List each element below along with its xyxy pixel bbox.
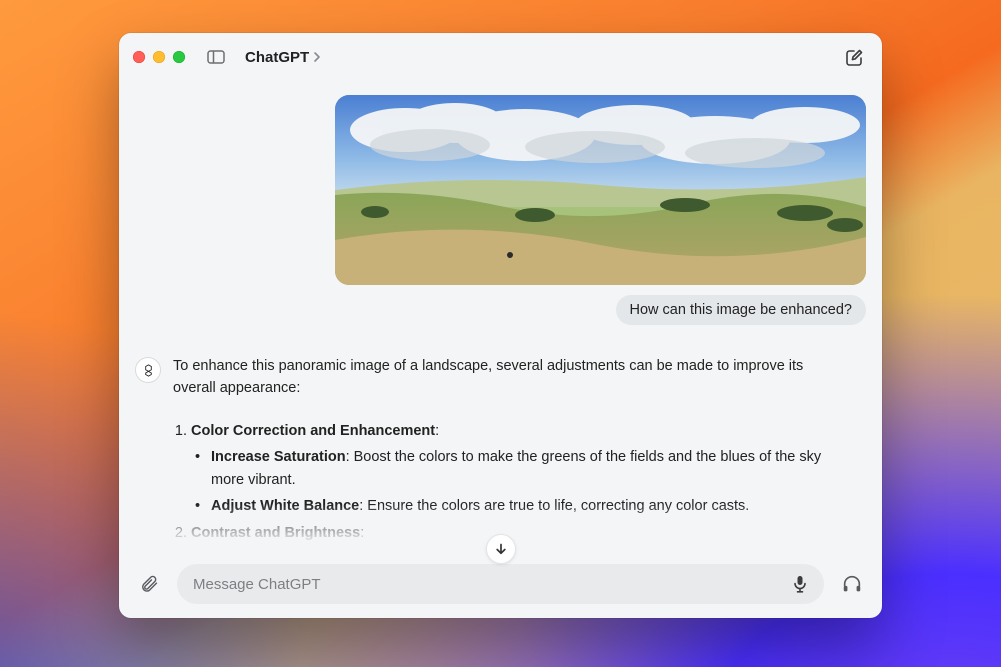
attach-button[interactable] bbox=[133, 568, 165, 600]
close-window-button[interactable] bbox=[133, 51, 145, 63]
list-sub-text: : Ensure the colors are true to life, co… bbox=[359, 498, 749, 514]
list-sub-bold: Increase Contrast bbox=[211, 551, 334, 554]
landscape-photo-icon bbox=[335, 95, 866, 285]
minimize-window-button[interactable] bbox=[153, 51, 165, 63]
assistant-avatar bbox=[135, 357, 161, 383]
list-item: Increase Contrast: To add depth to the i… bbox=[209, 548, 829, 554]
message-input-wrap bbox=[177, 564, 824, 604]
user-image-attachment[interactable] bbox=[335, 95, 866, 285]
arrow-down-icon bbox=[494, 542, 508, 556]
list-item: Increase Saturation: Boost the colors to… bbox=[209, 446, 829, 491]
list-sub-bold: Increase Saturation bbox=[211, 449, 346, 465]
chatgpt-window: ChatGPT bbox=[119, 33, 882, 618]
list-item-title: Contrast and Brightness bbox=[191, 525, 360, 541]
window-title[interactable]: ChatGPT bbox=[245, 49, 309, 66]
assistant-message-block: To enhance this panoramic image of a lan… bbox=[135, 355, 866, 554]
list-item: Color Correction and Enhancement: Increa… bbox=[191, 420, 829, 518]
window-titlebar: ChatGPT bbox=[119, 33, 882, 81]
user-message-bubble: How can this image be enhanced? bbox=[616, 295, 866, 325]
list-item-title: Color Correction and Enhancement bbox=[191, 423, 435, 439]
new-chat-button[interactable] bbox=[840, 43, 868, 71]
microphone-button[interactable] bbox=[786, 570, 814, 598]
list-sub-bold: Adjust White Balance bbox=[211, 498, 359, 514]
list-item: Adjust White Balance: Ensure the colors … bbox=[209, 495, 829, 517]
assistant-message-body: To enhance this panoramic image of a lan… bbox=[173, 355, 833, 554]
chevron-right-icon bbox=[313, 51, 321, 63]
openai-logo-icon bbox=[141, 363, 156, 378]
headphones-icon bbox=[841, 573, 863, 595]
sidebar-icon bbox=[207, 50, 225, 64]
fullscreen-window-button[interactable] bbox=[173, 51, 185, 63]
assistant-intro-text: To enhance this panoramic image of a lan… bbox=[173, 355, 829, 400]
window-traffic-lights bbox=[133, 51, 185, 63]
chat-scroll-area[interactable]: How can this image be enhanced? To enhan… bbox=[119, 81, 882, 554]
toggle-sidebar-button[interactable] bbox=[203, 46, 229, 68]
scroll-to-bottom-button[interactable] bbox=[486, 534, 516, 564]
user-message-text: How can this image be enhanced? bbox=[630, 302, 852, 318]
user-message-block: How can this image be enhanced? bbox=[135, 91, 866, 325]
paperclip-icon bbox=[139, 574, 159, 594]
microphone-icon bbox=[792, 575, 808, 593]
compose-icon bbox=[845, 48, 864, 67]
voice-mode-button[interactable] bbox=[836, 568, 868, 600]
message-input[interactable] bbox=[193, 576, 776, 593]
list-sub-text: : To add depth to the image, enhance the… bbox=[334, 551, 807, 554]
